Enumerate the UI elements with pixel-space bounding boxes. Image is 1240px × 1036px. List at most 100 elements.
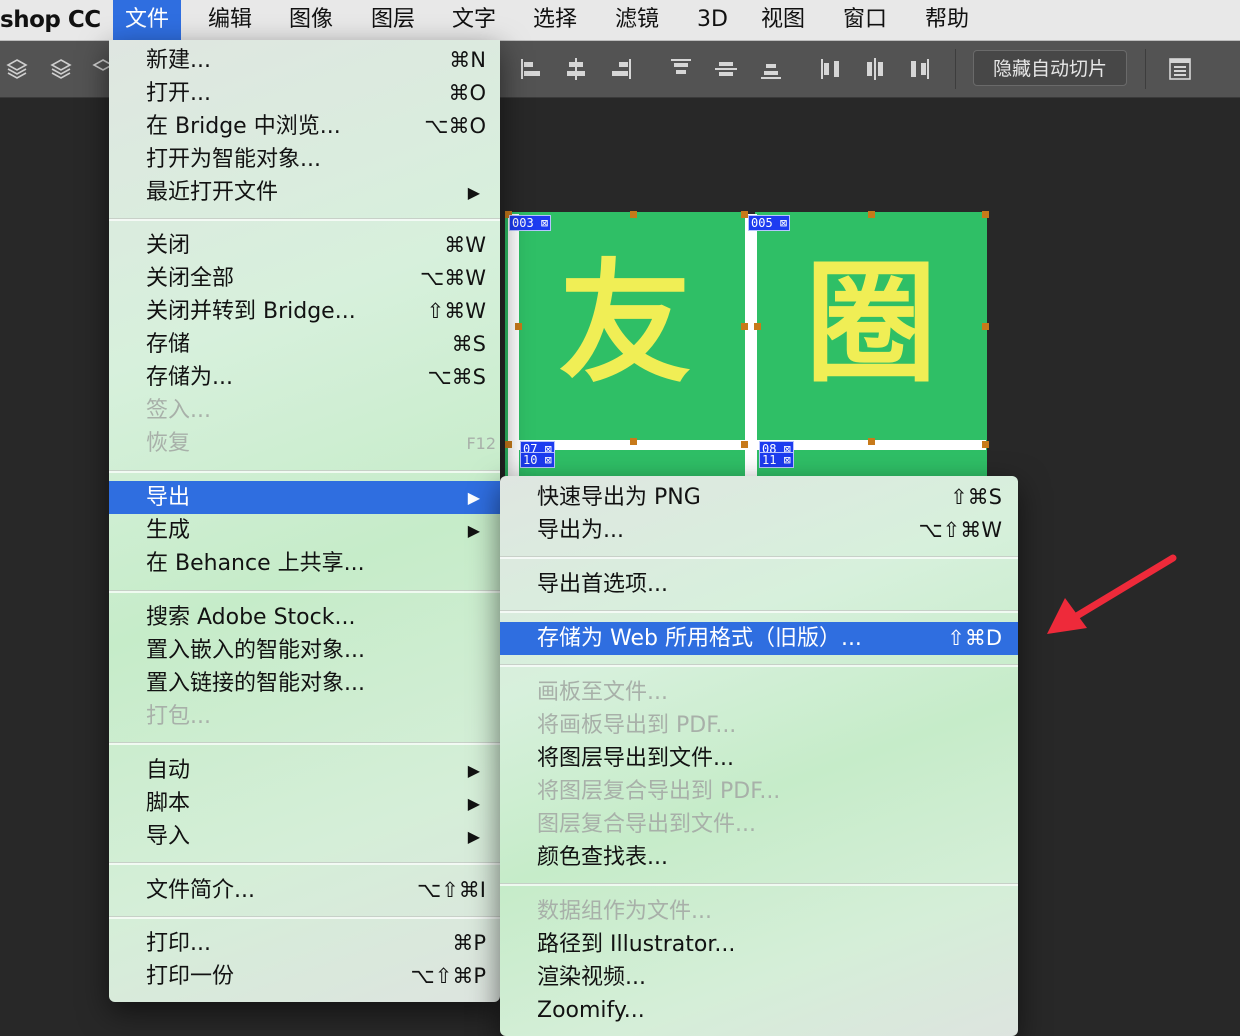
menu-item-open-smart-object[interactable]: 打开为智能对象... xyxy=(109,143,500,176)
submenu-arrow-icon: ▶ xyxy=(467,794,480,813)
menu-separator xyxy=(109,916,500,919)
menu-edit[interactable]: 编辑 xyxy=(196,0,264,40)
slice-handle[interactable] xyxy=(741,211,748,218)
submenu-arrow-icon: ▶ xyxy=(467,488,480,507)
menu-select[interactable]: 选择 xyxy=(521,0,589,40)
menu-item-color-lookup-tables[interactable]: 颜色查找表... xyxy=(500,841,1018,874)
submenu-arrow-icon: ▶ xyxy=(467,761,480,780)
slice-handle[interactable] xyxy=(982,441,989,448)
submenu-arrow-icon: ▶ xyxy=(467,183,480,202)
slice-tile[interactable]: 友 xyxy=(505,212,745,450)
menu-item-close[interactable]: 关闭 ⌘W xyxy=(109,229,500,262)
menu-item-paths-to-illustrator[interactable]: 路径到 Illustrator... xyxy=(500,928,1018,961)
menu-separator xyxy=(109,470,500,473)
menu-bar: shop CC 文件 编辑 图像 图层 文字 选择 滤镜 3D 视图 窗口 帮助 xyxy=(0,0,1240,41)
menu-item-print[interactable]: 打印... ⌘P xyxy=(109,927,500,960)
menu-filter[interactable]: 滤镜 xyxy=(603,0,671,40)
menu-separator xyxy=(109,218,500,221)
annotation-arrow-icon xyxy=(1047,554,1177,634)
slice-boundary xyxy=(745,214,757,476)
menu-item-open-recent[interactable]: 最近打开文件 ▶ xyxy=(109,176,500,209)
menu-item-layers-to-files[interactable]: 将图层导出到文件... xyxy=(500,742,1018,775)
slice-handle[interactable] xyxy=(754,323,761,330)
align-bottom-icon[interactable] xyxy=(758,56,784,82)
slice-number-tag: 003 ⊠ xyxy=(509,215,552,231)
menu-item-search-stock[interactable]: 搜索 Adobe Stock... xyxy=(109,601,500,634)
slice-handle[interactable] xyxy=(982,211,989,218)
menu-item-open[interactable]: 打开... ⌘O xyxy=(109,77,500,110)
menu-separator xyxy=(109,862,500,865)
menu-item-export-as[interactable]: 导出为... ⌥⇧⌘W xyxy=(500,514,1018,547)
menu-item-render-video[interactable]: 渲染视频... xyxy=(500,961,1018,994)
menu-item-quick-export-png[interactable]: 快速导出为 PNG ⇧⌘S xyxy=(500,481,1018,514)
menu-item-save[interactable]: 存储 ⌘S xyxy=(109,328,500,361)
menu-separator xyxy=(500,556,1018,559)
menu-image[interactable]: 图像 xyxy=(277,0,345,40)
distribute-left-icon[interactable] xyxy=(817,56,843,82)
slice-boundary xyxy=(508,214,519,476)
slice-handle[interactable] xyxy=(982,323,989,330)
menu-file[interactable]: 文件 xyxy=(113,0,182,40)
slice-handle[interactable] xyxy=(630,438,637,445)
menu-item-check-in: 签入... xyxy=(146,398,211,423)
slice-handle[interactable] xyxy=(515,323,522,330)
menu-separator xyxy=(109,742,500,745)
menu-item-place-embedded[interactable]: 置入嵌入的智能对象... xyxy=(109,634,500,667)
toolbar-separator xyxy=(955,49,956,89)
menu-item-close-go-bridge[interactable]: 关闭并转到 Bridge... ⇧⌘W xyxy=(109,295,500,328)
menu-item-layer-comps-to-pdf: 将图层复合导出到 PDF... xyxy=(537,779,781,804)
align-top-icon[interactable] xyxy=(668,56,694,82)
align-right-icon[interactable] xyxy=(608,56,634,82)
align-vcenter-icon[interactable] xyxy=(713,56,739,82)
menu-item-generate[interactable]: 生成 ▶ xyxy=(109,514,500,547)
menu-item-close-all[interactable]: 关闭全部 ⌥⌘W xyxy=(109,262,500,295)
menu-item-artboards-to-files: 画板至文件... xyxy=(537,680,668,705)
slice-number-tag: 10 ⊠ xyxy=(520,452,555,468)
menu-item-artboards-to-pdf: 将画板导出到 PDF... xyxy=(537,713,737,738)
menu-separator xyxy=(109,590,500,593)
menu-item-file-info[interactable]: 文件简介... ⌥⇧⌘I xyxy=(109,874,500,907)
slice-handle[interactable] xyxy=(868,438,875,445)
submenu-arrow-icon: ▶ xyxy=(467,827,480,846)
hide-auto-slices-button[interactable]: 隐藏自动切片 xyxy=(973,50,1127,86)
slice-number-tag: 005 ⊠ xyxy=(748,215,791,231)
menu-item-export-preferences[interactable]: 导出首选项... xyxy=(500,568,1018,601)
menu-item-import[interactable]: 导入 ▶ xyxy=(109,820,500,853)
menu-item-zoomify[interactable]: Zoomify... xyxy=(500,994,1018,1027)
menu-item-new[interactable]: 新建... ⌘N xyxy=(109,44,500,77)
menu-separator xyxy=(500,883,1018,886)
menu-item-print-one-copy[interactable]: 打印一份 ⌥⇧⌘P xyxy=(109,960,500,993)
menu-item-layer-comps-to-files: 图层复合导出到文件... xyxy=(537,812,756,837)
align-left-icon[interactable] xyxy=(518,56,544,82)
menu-item-save-for-web[interactable]: 存储为 Web 所用格式（旧版）... ⇧⌘D xyxy=(500,622,1018,655)
slice-handle[interactable] xyxy=(505,441,512,448)
menu-item-browse-bridge[interactable]: 在 Bridge 中浏览... ⌥⌘O xyxy=(109,110,500,143)
distribute-right-icon[interactable] xyxy=(907,56,933,82)
toolbar-separator xyxy=(1145,49,1146,89)
layer-down-icon[interactable] xyxy=(48,56,74,82)
menu-item-place-linked[interactable]: 置入链接的智能对象... xyxy=(109,667,500,700)
slice-tile[interactable]: 圈 xyxy=(755,212,987,450)
align-hcenter-icon[interactable] xyxy=(563,56,589,82)
menu-window[interactable]: 窗口 xyxy=(831,0,899,40)
slice-handle[interactable] xyxy=(741,323,748,330)
slice-number-tag: 11 ⊠ xyxy=(759,452,794,468)
file-menu: 新建... ⌘N 打开... ⌘O 在 Bridge 中浏览... ⌥⌘O 打开为智能… xyxy=(109,40,500,1002)
slice-handle[interactable] xyxy=(868,211,875,218)
menu-item-export[interactable]: 导出 ▶ xyxy=(109,481,500,514)
slice-handle[interactable] xyxy=(741,441,748,448)
menu-item-scripts[interactable]: 脚本 ▶ xyxy=(109,787,500,820)
menu-layer[interactable]: 图层 xyxy=(359,0,427,40)
distribute-center-icon[interactable] xyxy=(862,56,888,82)
menu-3d[interactable]: 3D xyxy=(685,0,740,40)
slice-options-icon[interactable] xyxy=(1167,56,1193,82)
menu-view[interactable]: 视图 xyxy=(749,0,817,40)
menu-item-save-as[interactable]: 存储为... ⌥⌘S xyxy=(109,361,500,394)
menu-item-share-behance[interactable]: 在 Behance 上共享... xyxy=(109,547,500,580)
menu-item-automate[interactable]: 自动 ▶ xyxy=(109,754,500,787)
slice-glyph: 圈 xyxy=(805,247,937,401)
menu-help[interactable]: 帮助 xyxy=(913,0,981,40)
menu-type[interactable]: 文字 xyxy=(440,0,508,40)
slice-handle[interactable] xyxy=(630,211,637,218)
layer-up-icon[interactable] xyxy=(4,56,30,82)
